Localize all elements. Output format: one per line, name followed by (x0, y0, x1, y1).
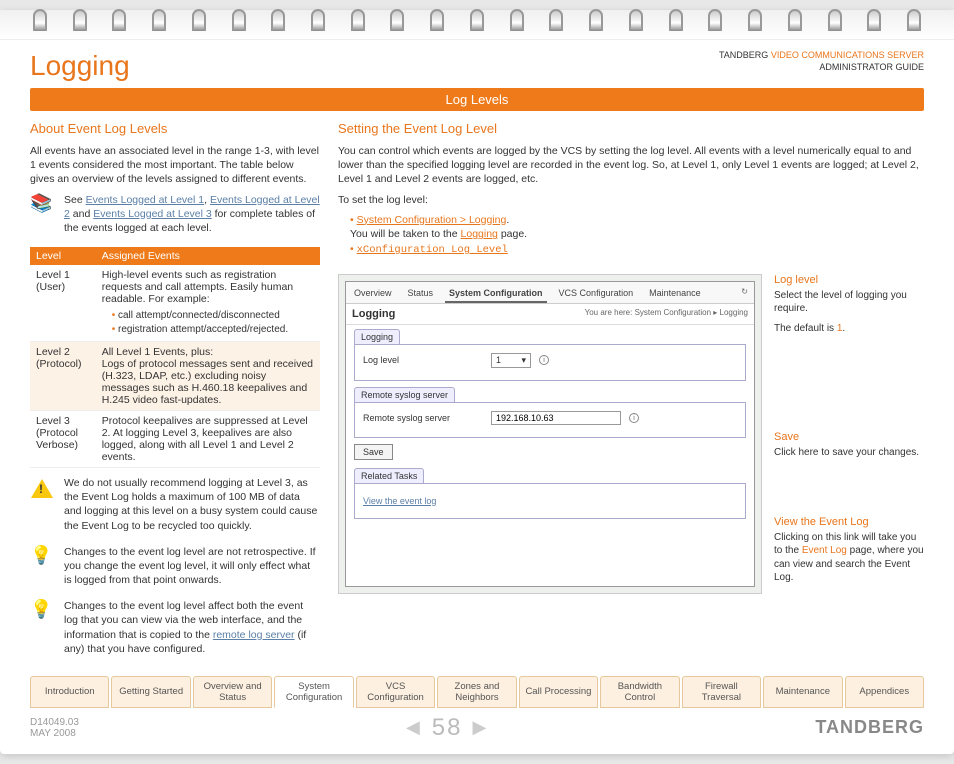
ss-breadcrumb: You are here: System Configuration ▸ Log… (585, 308, 748, 320)
table-row: Level 1 (User) High-level events such as… (30, 265, 320, 342)
remote-log-server-link[interactable]: remote log server (213, 629, 295, 641)
logging-page-link[interactable]: Logging (461, 228, 498, 240)
th-level: Level (30, 247, 96, 265)
ss-loglevel-select[interactable]: 1 ▾ (491, 353, 531, 368)
about-column: About Event Log Levels All events have a… (30, 121, 320, 668)
spiral-binding (0, 10, 954, 40)
ss-group-remote: Remote syslog server (354, 387, 455, 402)
warning-icon (30, 476, 58, 539)
ss-save-button[interactable]: Save (354, 444, 393, 460)
page-number: 58 (432, 714, 463, 742)
doc-meta: D14049.03 MAY 2008 (30, 717, 79, 739)
nav-system-config[interactable]: System Configuration (274, 676, 353, 708)
nav-appendices[interactable]: Appendices (845, 676, 924, 708)
warning-text: We do not usually recommend logging at L… (64, 476, 320, 533)
nav-path-link[interactable]: System Configuration > Logging (357, 214, 507, 226)
callout-viewlog: View the Event Log Clicking on this link… (774, 516, 924, 591)
ss-tab-overview[interactable]: Overview (350, 285, 396, 303)
guide-name: ADMINISTRATOR GUIDE (819, 62, 924, 72)
ss-tab-vcsconfig[interactable]: VCS Configuration (555, 285, 638, 303)
ss-tab-status[interactable]: Status (404, 285, 438, 303)
refresh-icon[interactable]: ↻ (739, 285, 750, 303)
nav-getting-started[interactable]: Getting Started (111, 676, 190, 708)
ss-main-tabs: Overview Status System Configuration VCS… (346, 282, 754, 304)
tip-retrospective: Changes to the event log level are not r… (64, 545, 320, 588)
books-icon (30, 193, 58, 242)
nav-zones-neighbors[interactable]: Zones and Neighbors (437, 676, 516, 708)
ss-view-event-log-link[interactable]: View the event log (363, 492, 737, 510)
ss-tab-sysconfig[interactable]: System Configuration (445, 285, 547, 303)
product-name: VIDEO COMMUNICATIONS SERVER (771, 50, 924, 60)
page-footer: D14049.03 MAY 2008 ◀ 58 ▶ TANDBERG (0, 708, 954, 754)
setting-intro: You can control which events are logged … (338, 144, 924, 187)
ss-remote-label: Remote syslog server (363, 413, 483, 423)
nav-firewall[interactable]: Firewall Traversal (682, 676, 761, 708)
chevron-down-icon: ▾ (521, 355, 526, 366)
link-level3[interactable]: Events Logged at Level 3 (93, 208, 212, 220)
manual-page: Logging TANDBERG VIDEO COMMUNICATIONS SE… (0, 10, 954, 754)
bulb-icon (30, 545, 58, 594)
nav-introduction[interactable]: Introduction (30, 676, 109, 708)
callout-save: Save Click here to save your changes. (774, 431, 924, 466)
chapter-nav: Introduction Getting Started Overview an… (0, 668, 954, 708)
about-intro: All events have an associated level in t… (30, 144, 320, 187)
nav-bandwidth[interactable]: Bandwidth Control (600, 676, 679, 708)
info-icon[interactable]: i (629, 413, 639, 423)
section-bar: Log Levels (30, 88, 924, 111)
xconfig-cmd-link[interactable]: xConfiguration Log Level (357, 244, 508, 256)
ss-tab-maintenance[interactable]: Maintenance (645, 285, 705, 303)
page-title: Logging (30, 50, 130, 82)
table-row: Level 2 (Protocol) All Level 1 Events, p… (30, 342, 320, 411)
ss-heading: Logging (352, 308, 395, 320)
events-table: Level Assigned Events Level 1 (User) Hig… (30, 247, 320, 468)
ss-remote-input[interactable] (491, 411, 621, 425)
page-content: Logging TANDBERG VIDEO COMMUNICATIONS SE… (0, 40, 954, 668)
callout-loglevel: Log level Select the level of logging yo… (774, 274, 924, 342)
ss-subtab-logging[interactable]: Logging (354, 329, 400, 344)
link-level1[interactable]: Events Logged at Level 1 (86, 194, 205, 206)
header-product-line: TANDBERG VIDEO COMMUNICATIONS SERVER ADM… (719, 50, 924, 73)
see-links: See Events Logged at Level 1, Events Log… (64, 193, 320, 236)
tip-affects: Changes to the event log level affect bo… (64, 599, 320, 656)
about-title: About Event Log Levels (30, 121, 320, 136)
nav-call-processing[interactable]: Call Processing (519, 676, 598, 708)
pager: ◀ 58 ▶ (79, 714, 815, 742)
info-icon[interactable]: i (539, 355, 549, 365)
bulb-icon (30, 599, 58, 662)
setting-title: Setting the Event Log Level (338, 121, 924, 136)
toset-label: To set the log level: (338, 193, 924, 207)
table-row: Level 3 (Protocol Verbose) Protocol keep… (30, 411, 320, 468)
callouts-column: Log level Select the level of logging yo… (774, 264, 924, 594)
nav-overview-status[interactable]: Overview and Status (193, 676, 272, 708)
ss-loglevel-label: Log level (363, 355, 483, 365)
ss-related-label: Related Tasks (354, 468, 424, 483)
next-page-arrow-icon[interactable]: ▶ (472, 717, 488, 738)
nav-maintenance[interactable]: Maintenance (763, 676, 842, 708)
company-name: TANDBERG (719, 50, 768, 60)
nav-vcs-config[interactable]: VCS Configuration (356, 676, 435, 708)
th-events: Assigned Events (96, 247, 320, 265)
prev-page-arrow-icon[interactable]: ◀ (406, 717, 422, 738)
embedded-screenshot: Overview Status System Configuration VCS… (338, 274, 762, 594)
setting-column: Setting the Event Log Level You can cont… (338, 121, 924, 668)
brand-logo: TANDBERG (815, 717, 924, 738)
